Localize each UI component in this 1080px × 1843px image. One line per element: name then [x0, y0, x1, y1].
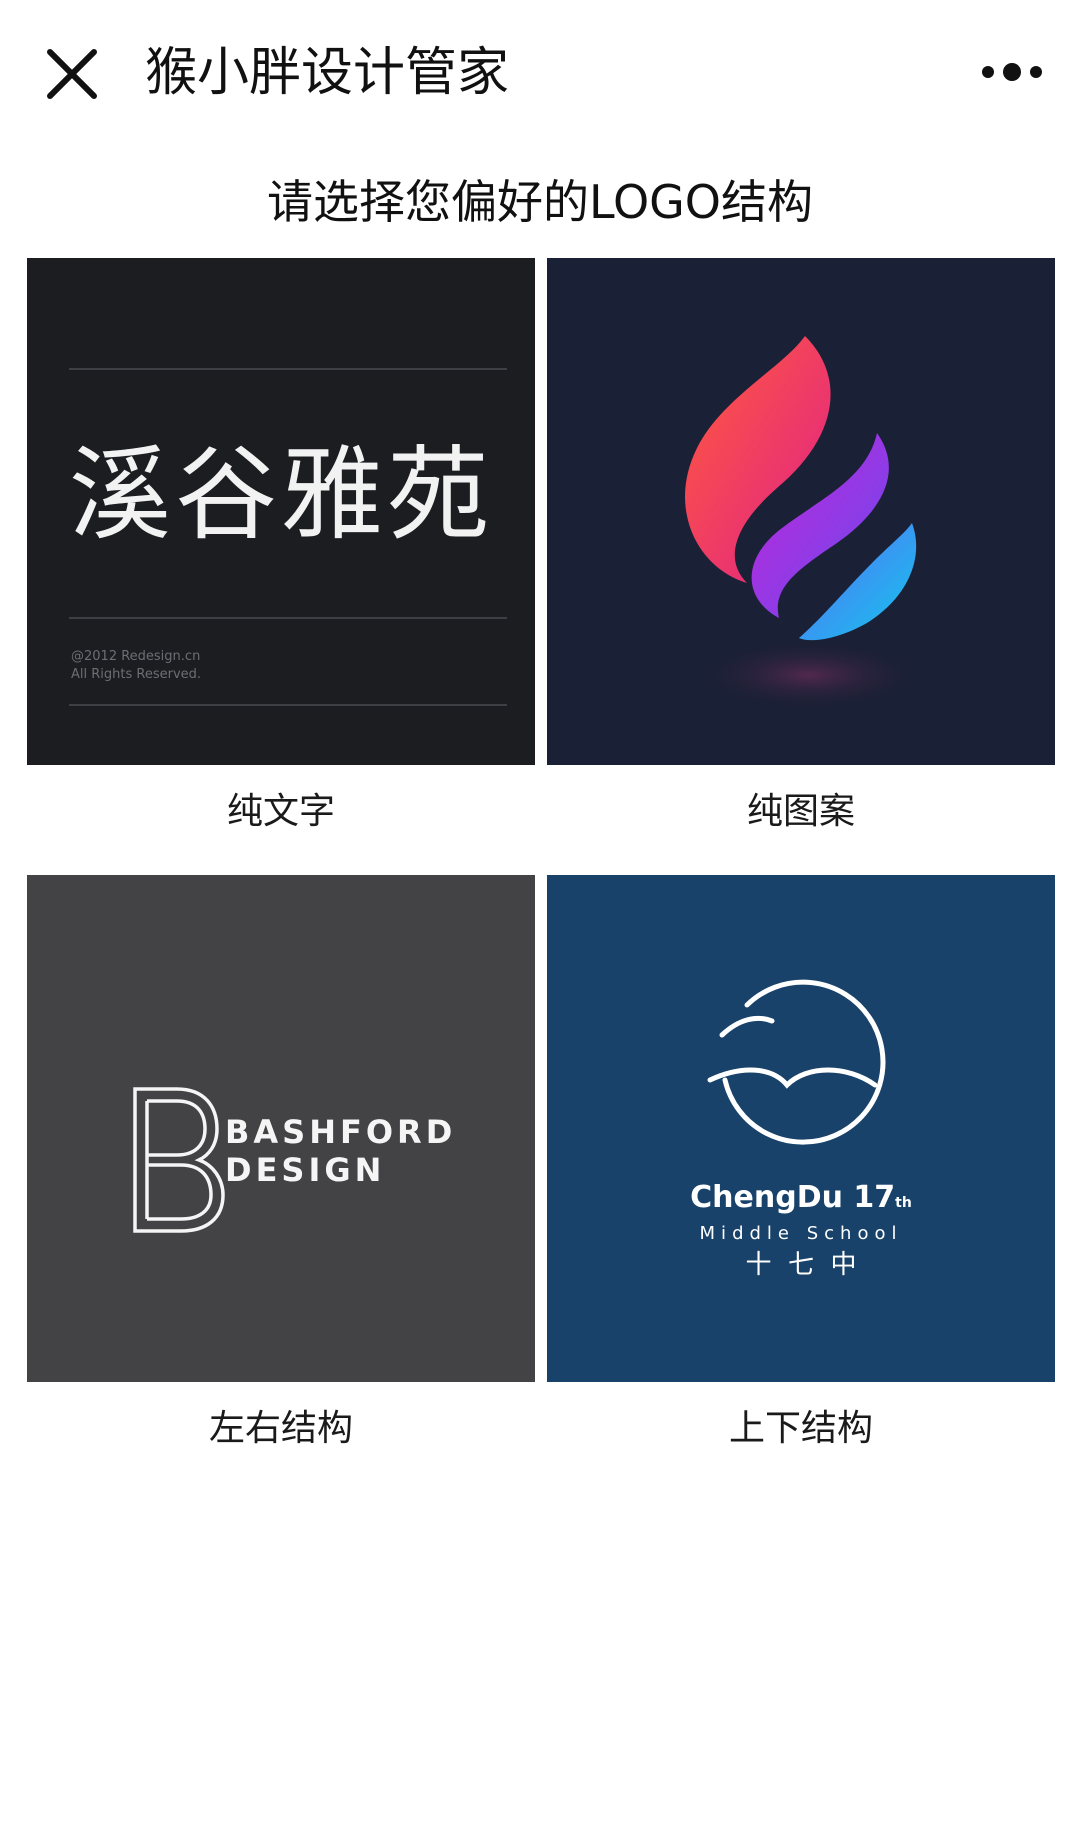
logo-option-icon-only[interactable]: 纯图案 [547, 258, 1055, 837]
school-name: ChengDu 17th [690, 1180, 912, 1215]
logo-line-1: BASHFORD [225, 1113, 456, 1151]
logo-option-left-right[interactable]: BASHFORD DESIGN 左右结构 [27, 875, 535, 1454]
chinese-logo-text: 溪谷雅苑 [69, 436, 493, 555]
page-heading: 请选择您偏好的LOGO结构 [266, 175, 814, 229]
preview-icon-only [547, 258, 1055, 765]
option-label: 纯文字 [226, 791, 335, 832]
logo-option-text-only[interactable]: 溪谷雅苑 @2012 Redesign.cn All Rights Reserv… [27, 258, 535, 837]
more-button[interactable] [980, 52, 1044, 92]
option-label: 上下结构 [728, 1408, 873, 1449]
close-button[interactable] [44, 46, 100, 102]
preview-top-bottom: ChengDu 17th Middle School 十 七 中 [547, 875, 1055, 1382]
more-dots-icon [982, 63, 1042, 81]
preview-text-only: 溪谷雅苑 @2012 Redesign.cn All Rights Reserv… [27, 258, 535, 765]
nav-bar: 猴小胖设计管家 [0, 0, 1080, 140]
school-chinese: 十 七 中 [745, 1250, 856, 1280]
logo-option-top-bottom[interactable]: ChengDu 17th Middle School 十 七 中 上下结构 [547, 875, 1055, 1454]
school-subtitle: Middle School [700, 1223, 903, 1244]
logo-line-2: DESIGN [225, 1151, 385, 1189]
close-icon [47, 49, 97, 99]
nav-title: 猴小胖设计管家 [145, 43, 510, 103]
option-label: 左右结构 [208, 1408, 353, 1449]
copyright-line-2: All Rights Reserved. [71, 667, 201, 682]
option-label: 纯图案 [746, 791, 855, 832]
copyright-line-1: @2012 Redesign.cn [71, 649, 200, 664]
preview-left-right: BASHFORD DESIGN [27, 875, 535, 1382]
